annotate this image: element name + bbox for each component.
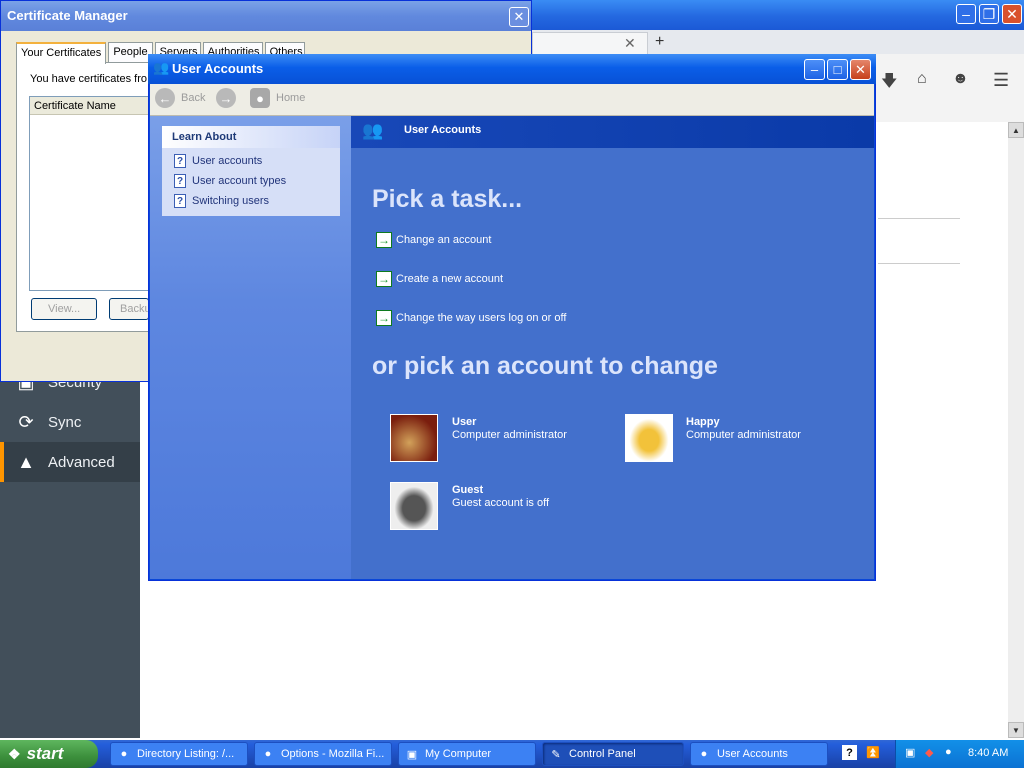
help-icon: ? xyxy=(174,174,186,188)
tab-close-icon[interactable]: ✕ xyxy=(624,35,636,52)
close-button[interactable]: ✕ xyxy=(850,59,871,80)
account-type-guest: Guest account is off xyxy=(452,497,550,509)
menu-icon[interactable]: ☰ xyxy=(993,70,1009,91)
maximize-button[interactable]: □ xyxy=(827,59,848,80)
backup-button[interactable]: Backu xyxy=(109,298,151,320)
divider xyxy=(878,263,960,264)
certificate-description: You have certificates fro xyxy=(30,73,147,85)
account-name-user[interactable]: User xyxy=(452,416,476,428)
tab-people[interactable]: People xyxy=(108,42,153,62)
firefox-icon: ● xyxy=(264,748,272,760)
back-button[interactable]: ← Back xyxy=(155,88,205,108)
learn-item-label: User accounts xyxy=(192,155,263,167)
task-change-account[interactable]: → Change an account xyxy=(376,232,491,248)
guest-avatar[interactable] xyxy=(390,482,438,530)
chat-icon[interactable]: ☻ xyxy=(952,70,969,88)
forward-button[interactable]: → xyxy=(216,88,242,108)
learn-item-account-types[interactable]: ? User account types xyxy=(174,174,286,188)
taskbar-item-label: Control Panel xyxy=(569,748,636,760)
windows-logo-icon: ❖ xyxy=(8,745,21,762)
sidebar-item-sync[interactable]: ⟳ Sync xyxy=(0,402,140,442)
sidebar-item-label: Sync xyxy=(48,413,82,431)
pick-task-heading: Pick a task... xyxy=(372,185,523,213)
taskbar-item-my-computer[interactable]: ▣ My Computer xyxy=(398,742,536,766)
user-accounts-title: User Accounts xyxy=(148,54,876,84)
back-arrow-icon: ← xyxy=(155,88,175,108)
green-arrow-icon: → xyxy=(376,232,392,248)
control-panel-icon: ✎ xyxy=(551,748,561,761)
download-icon[interactable]: 🡇 xyxy=(881,70,897,97)
users-icon: 👥 xyxy=(362,121,384,140)
taskbar-item-label: Options - Mozilla Fi... xyxy=(281,748,385,760)
pick-account-heading: or pick an account to change xyxy=(372,352,718,380)
firefox-close-button[interactable]: ✕ xyxy=(1002,4,1022,24)
help-icon[interactable]: ? xyxy=(842,745,857,760)
task-label: Create a new account xyxy=(396,273,504,285)
minimize-button[interactable]: – xyxy=(804,59,825,80)
scroll-down-icon[interactable]: ▼ xyxy=(1008,722,1024,738)
learn-about-heading: Learn About xyxy=(162,126,340,148)
sidebar-item-label: Advanced xyxy=(48,453,115,471)
firefox-restore-button[interactable]: ❐ xyxy=(979,4,999,24)
users-tray-icon[interactable]: ● xyxy=(945,746,952,758)
taskbar-item-label: User Accounts xyxy=(717,748,788,760)
security-shield-icon[interactable]: ◆ xyxy=(925,746,933,759)
home-icon[interactable]: ⌂ xyxy=(917,70,927,88)
account-type-user: Computer administrator xyxy=(452,429,567,441)
scroll-up-icon[interactable]: ▲ xyxy=(1008,122,1024,138)
computer-icon: ▣ xyxy=(406,748,418,761)
help-icon: ? xyxy=(174,194,186,208)
learn-item-label: Switching users xyxy=(192,195,270,207)
divider xyxy=(878,218,960,219)
learn-item-user-accounts[interactable]: ? User accounts xyxy=(174,154,262,168)
start-button[interactable]: ❖ start xyxy=(0,740,98,768)
users-home-icon: ● xyxy=(250,88,270,108)
learn-item-switching-users[interactable]: ? Switching users xyxy=(174,194,269,208)
sync-icon: ⟳ xyxy=(18,411,34,432)
taskbar-item-label: Directory Listing: /... xyxy=(137,748,235,760)
account-name-guest[interactable]: Guest xyxy=(452,484,483,496)
certificate-manager-title: Certificate Manager xyxy=(1,1,531,31)
home-label: Home xyxy=(276,92,306,104)
learn-item-label: User account types xyxy=(192,175,287,187)
users-icon: ● xyxy=(700,748,708,760)
task-create-account[interactable]: → Create a new account xyxy=(376,271,503,287)
taskbar-item-label: My Computer xyxy=(425,748,492,760)
task-change-logon[interactable]: → Change the way users log on or off xyxy=(376,310,566,326)
taskbar-item-control-panel[interactable]: ✎ Control Panel xyxy=(542,742,684,766)
task-label: Change an account xyxy=(396,234,492,246)
forward-arrow-icon: → xyxy=(216,88,236,108)
back-label: Back xyxy=(181,92,206,104)
new-tab-icon[interactable]: + xyxy=(655,33,664,51)
vertical-scrollbar[interactable]: ▲ ▼ xyxy=(1008,122,1024,738)
chevron-icon[interactable]: ⏫ xyxy=(866,746,880,759)
user-avatar[interactable] xyxy=(390,414,438,462)
clock[interactable]: 8:40 AM xyxy=(968,747,1008,759)
users-icon: 👥 xyxy=(153,60,170,75)
help-icon: ? xyxy=(174,154,186,168)
certificate-manager-close-button[interactable]: ✕ xyxy=(509,7,529,27)
main-header-title: User Accounts xyxy=(404,124,482,136)
account-name-happy[interactable]: Happy xyxy=(686,416,720,428)
view-button[interactable]: View... xyxy=(31,298,97,320)
home-button[interactable]: ● Home xyxy=(250,88,305,108)
sidebar-item-advanced[interactable]: ▲ Advanced xyxy=(0,442,140,482)
wizard-hat-icon: ▲ xyxy=(17,451,35,472)
taskbar-item-firefox[interactable]: ● Options - Mozilla Fi... xyxy=(254,742,392,766)
taskbar-item-user-accounts[interactable]: ● User Accounts xyxy=(690,742,828,766)
green-arrow-icon: → xyxy=(376,271,392,287)
taskbar-item-directory-listing[interactable]: ● Directory Listing: /... xyxy=(110,742,248,766)
network-icon[interactable]: ▣ xyxy=(905,746,915,759)
folder-icon: ● xyxy=(120,748,128,760)
happy-avatar[interactable] xyxy=(625,414,673,462)
task-label: Change the way users log on or off xyxy=(396,312,567,324)
green-arrow-icon: → xyxy=(376,310,392,326)
start-label: start xyxy=(26,744,64,763)
firefox-minimize-button[interactable]: – xyxy=(956,4,976,24)
tab-your-certificates[interactable]: Your Certificates xyxy=(16,42,107,64)
account-type-happy: Computer administrator xyxy=(686,429,801,441)
